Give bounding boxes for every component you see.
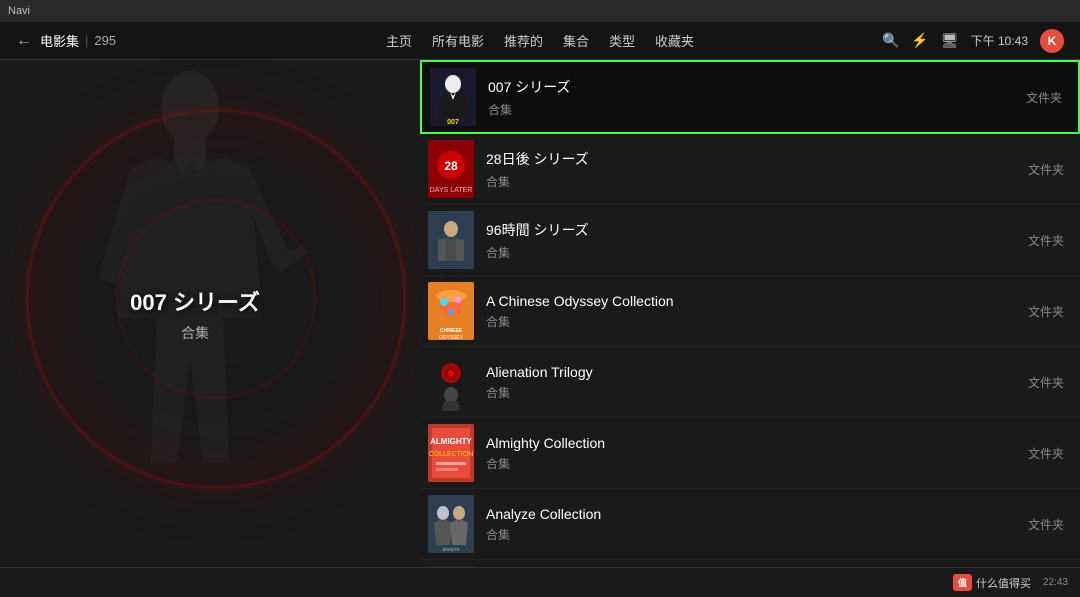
folder-label-chineseodyssey: 文件夹 bbox=[1028, 303, 1064, 320]
collection-type-analyze: 合集 bbox=[486, 526, 1028, 543]
watermark-badge: 值 bbox=[953, 574, 972, 591]
folder-label-007: 文件夹 bbox=[1026, 89, 1062, 106]
collection-info-28days: 28日後 シリーズ 合集 bbox=[486, 149, 1028, 190]
collection-type-alienation: 合集 bbox=[486, 384, 1028, 401]
folder-label-alienation: 文件夹 bbox=[1028, 374, 1064, 391]
collection-info-analyze: Analyze Collection 合集 bbox=[486, 506, 1028, 543]
section-label: 电影集 bbox=[40, 31, 79, 50]
svg-text:ALMIGHTY: ALMIGHTY bbox=[430, 437, 472, 446]
nav-favorites[interactable]: 收藏夹 bbox=[655, 31, 694, 50]
display-icon[interactable]: 🖥 bbox=[941, 32, 959, 49]
collection-item-007[interactable]: 007 007 シリーズ 合集 文件夹 bbox=[420, 60, 1080, 134]
collection-type-28days: 合集 bbox=[486, 173, 1028, 190]
collection-item-almighty[interactable]: ALMIGHTY COLLECTION Almighty Collection … bbox=[420, 418, 1080, 489]
svg-text:28: 28 bbox=[444, 159, 458, 173]
avatar[interactable]: K bbox=[1040, 29, 1064, 53]
collection-name-28days: 28日後 シリーズ bbox=[486, 149, 1028, 169]
titlebar: Navi bbox=[0, 0, 1080, 22]
nav-recommended[interactable]: 推荐的 bbox=[504, 31, 543, 50]
preview-area: 007 シリーズ 合集 bbox=[0, 60, 390, 567]
collection-name-analyze: Analyze Collection bbox=[486, 506, 1028, 522]
collection-item-analyze[interactable]: analyze Analyze Collection 合集 文件夹 bbox=[420, 489, 1080, 560]
collection-list: 007 007 シリーズ 合集 文件夹 28 DAYS LATER 28日後 シ… bbox=[420, 60, 1080, 567]
nav-home[interactable]: 主页 bbox=[386, 31, 412, 50]
folder-label-28days: 文件夹 bbox=[1028, 161, 1064, 178]
svg-text:analyze: analyze bbox=[442, 547, 459, 553]
folder-label-analyze: 文件夹 bbox=[1028, 516, 1064, 533]
collection-info-almighty: Almighty Collection 合集 bbox=[486, 435, 1028, 472]
section-divider: | bbox=[85, 33, 88, 48]
nav-all-movies[interactable]: 所有电影 bbox=[432, 31, 484, 50]
collection-item-alienation[interactable]: Alienation Trilogy 合集 文件夹 bbox=[420, 347, 1080, 418]
collection-item-28days[interactable]: 28 DAYS LATER 28日後 シリーズ 合集 文件夹 bbox=[420, 134, 1080, 205]
svg-text:DAYS LATER: DAYS LATER bbox=[430, 187, 473, 194]
svg-text:007: 007 bbox=[447, 119, 459, 126]
thumb-chineseodyssey: CHINESE ODYSSEY bbox=[428, 282, 474, 340]
thumb-alienation bbox=[428, 353, 474, 411]
thumb-96hours bbox=[428, 211, 474, 269]
svg-text:CHINESE: CHINESE bbox=[440, 328, 463, 334]
collection-info-chineseodyssey: A Chinese Odyssey Collection 合集 bbox=[486, 293, 1028, 330]
collection-name-chineseodyssey: A Chinese Odyssey Collection bbox=[486, 293, 1028, 309]
nav-collection[interactable]: 集合 bbox=[563, 31, 589, 50]
collection-item-chineseodyssey[interactable]: CHINESE ODYSSEY A Chinese Odyssey Collec… bbox=[420, 276, 1080, 347]
svg-text:ODYSSEY: ODYSSEY bbox=[439, 335, 464, 340]
preview-subtitle: 合集 bbox=[181, 323, 209, 343]
collection-item-appleseed[interactable]: A APPLESEED シリーズ APPLESEED シリーズ 合集 文件夹 bbox=[420, 560, 1080, 567]
thumb-28days: 28 DAYS LATER bbox=[428, 140, 474, 198]
collection-type-chineseodyssey: 合集 bbox=[486, 313, 1028, 330]
collection-name-96hours: 96時間 シリーズ bbox=[486, 220, 1028, 240]
main-nav: 主页 所有电影 推荐的 集合 类型 收藏夹 bbox=[386, 31, 694, 50]
section-count: 295 bbox=[94, 33, 116, 48]
collection-info-007: 007 シリーズ 合集 bbox=[488, 77, 1026, 118]
taskbar-time: 22:43 bbox=[1043, 577, 1068, 588]
collection-name-007: 007 シリーズ bbox=[488, 77, 1026, 97]
collection-name-alienation: Alienation Trilogy bbox=[486, 364, 1028, 380]
collection-info-96hours: 96時間 シリーズ 合集 bbox=[486, 220, 1028, 261]
watermark-text: 什么值得买 bbox=[976, 575, 1031, 591]
collection-type-96hours: 合集 bbox=[486, 244, 1028, 261]
taskbar: 值 什么值得买 22:43 bbox=[0, 567, 1080, 597]
thumb-almighty: ALMIGHTY COLLECTION bbox=[428, 424, 474, 482]
collection-type-007: 合集 bbox=[488, 101, 1026, 118]
nav-right: 🔍 ⚡ 🖥 下午 10:43 K bbox=[882, 29, 1064, 53]
thumb-007: 007 bbox=[430, 68, 476, 126]
search-icon[interactable]: 🔍 bbox=[882, 32, 899, 49]
watermark: 值 什么值得买 22:43 bbox=[953, 574, 1068, 591]
folder-label-almighty: 文件夹 bbox=[1028, 445, 1064, 462]
navbar: ← 电影集 | 295 主页 所有电影 推荐的 集合 类型 收藏夹 🔍 ⚡ 🖥 … bbox=[0, 22, 1080, 60]
nav-section: 电影集 | 295 bbox=[40, 31, 116, 50]
collection-name-almighty: Almighty Collection bbox=[486, 435, 1028, 451]
collection-type-almighty: 合集 bbox=[486, 455, 1028, 472]
collection-item-96hours[interactable]: 96時間 シリーズ 合集 文件夹 bbox=[420, 205, 1080, 276]
nav-time: 下午 10:43 bbox=[971, 32, 1028, 49]
filter-icon[interactable]: ⚡ bbox=[911, 32, 928, 49]
back-button[interactable]: ← bbox=[16, 32, 32, 50]
svg-text:COLLECTION: COLLECTION bbox=[429, 451, 474, 458]
nav-genre[interactable]: 类型 bbox=[609, 31, 635, 50]
preview-title: 007 シリーズ bbox=[130, 285, 260, 317]
collection-info-alienation: Alienation Trilogy 合集 bbox=[486, 364, 1028, 401]
titlebar-title: Navi bbox=[8, 5, 30, 17]
folder-label-96hours: 文件夹 bbox=[1028, 232, 1064, 249]
thumb-analyze: analyze bbox=[428, 495, 474, 553]
